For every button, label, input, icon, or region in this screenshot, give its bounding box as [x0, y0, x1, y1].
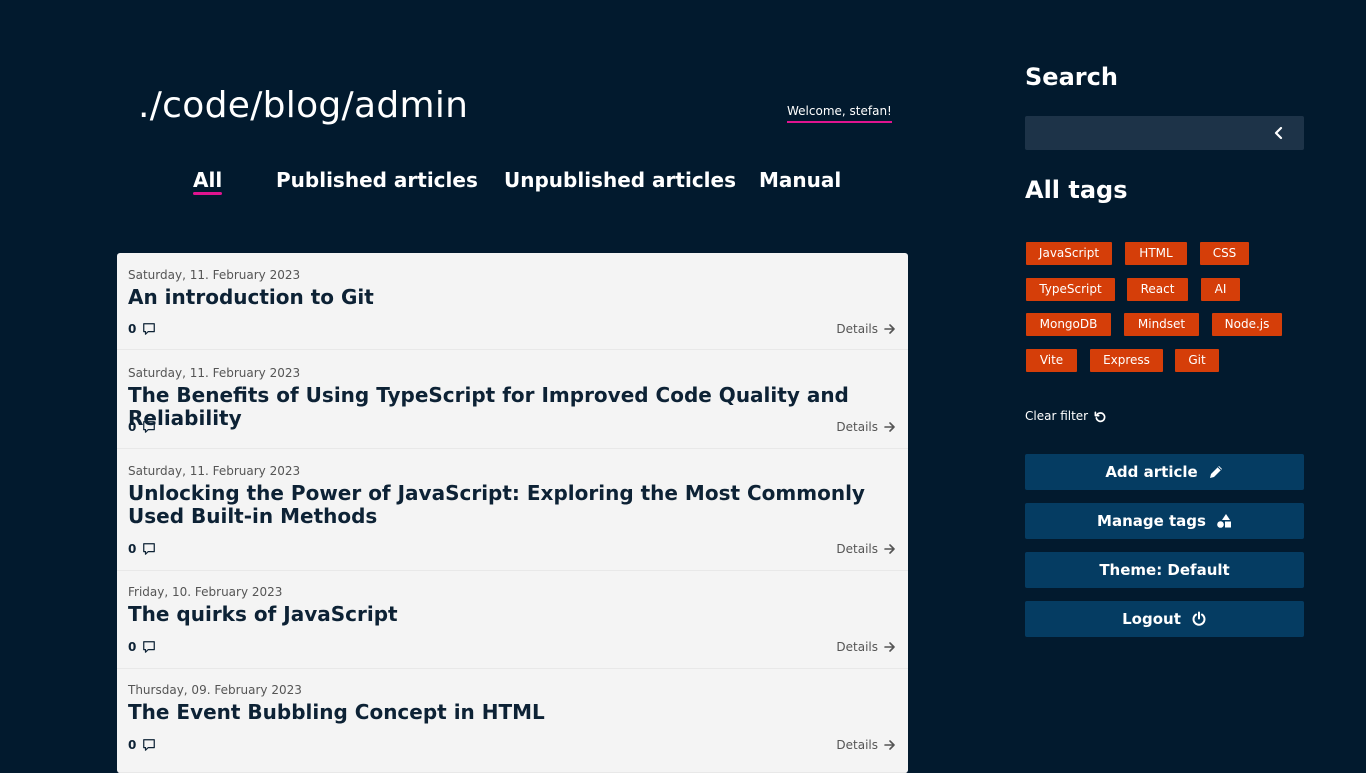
details-link[interactable]: Details: [836, 419, 896, 435]
article-card: Saturday, 11. February 2023 An introduct…: [117, 253, 908, 350]
tag-html[interactable]: HTML: [1125, 242, 1187, 265]
comment-count: 0: [128, 542, 137, 556]
search-heading: Search: [1025, 63, 1118, 91]
clear-filter-label: Clear filter: [1025, 409, 1089, 423]
article-date: Saturday, 11. February 2023: [128, 268, 301, 282]
tag-vite[interactable]: Vite: [1026, 349, 1077, 372]
comment-icon: [143, 641, 156, 653]
article-comments: 0: [128, 639, 156, 655]
site-title[interactable]: ./code/blog/admin: [138, 82, 468, 130]
arrow-right-icon: [884, 642, 895, 652]
arrow-right-icon: [884, 324, 895, 334]
details-label: Details: [836, 542, 878, 556]
details-link[interactable]: Details: [836, 639, 896, 655]
tab-all[interactable]: All: [193, 167, 223, 195]
clear-filter-button[interactable]: Clear filter: [1025, 408, 1107, 424]
details-link[interactable]: Details: [836, 541, 896, 557]
details-label: Details: [836, 322, 878, 336]
tag-mindset[interactable]: Mindset: [1124, 313, 1199, 336]
article-title[interactable]: The quirks of JavaScript: [128, 603, 888, 626]
article-card: Friday, 10. February 2023 The quirks of …: [117, 572, 908, 669]
article-date: Friday, 10. February 2023: [128, 585, 283, 599]
tab-manual[interactable]: Manual: [759, 167, 841, 193]
search-input[interactable]: [1025, 116, 1265, 150]
details-link[interactable]: Details: [836, 321, 896, 337]
manage-tags-label: Manage tags: [1097, 512, 1206, 530]
logout-label: Logout: [1122, 610, 1181, 628]
tag-express[interactable]: Express: [1090, 349, 1163, 372]
article-date: Saturday, 11. February 2023: [128, 464, 301, 478]
chevron-left-icon[interactable]: [1272, 126, 1286, 140]
tab-published-articles[interactable]: Published articles: [276, 167, 478, 193]
comment-icon: [143, 323, 156, 335]
details-label: Details: [836, 738, 878, 752]
theme-button[interactable]: Theme: Default: [1025, 552, 1304, 588]
article-title[interactable]: Unlocking the Power of JavaScript: Explo…: [128, 482, 888, 528]
article-card: Saturday, 11. February 2023 Unlocking th…: [117, 450, 908, 571]
tag-ai[interactable]: AI: [1201, 278, 1240, 301]
article-date: Saturday, 11. February 2023: [128, 366, 301, 380]
arrow-right-icon: [884, 544, 895, 554]
arrow-right-icon: [884, 740, 895, 750]
arrow-right-icon: [884, 422, 895, 432]
details-label: Details: [836, 640, 878, 654]
comment-icon: [143, 739, 156, 751]
details-link[interactable]: Details: [836, 737, 896, 753]
comment-icon: [143, 543, 156, 555]
tag-typescript[interactable]: TypeScript: [1026, 278, 1115, 301]
logout-button[interactable]: Logout: [1025, 601, 1304, 637]
shapes-icon: [1217, 514, 1231, 528]
pencil-icon: [1209, 466, 1222, 478]
tag-javascript[interactable]: JavaScript: [1026, 242, 1112, 265]
welcome-message: Welcome, stefan!: [787, 103, 892, 123]
article-title[interactable]: An introduction to Git: [128, 286, 888, 309]
add-article-label: Add article: [1105, 463, 1198, 481]
article-title[interactable]: The Event Bubbling Concept in HTML: [128, 701, 888, 724]
article-card: Thursday, 09. February 2023 The Event Bu…: [117, 670, 908, 773]
details-label: Details: [836, 420, 878, 434]
manage-tags-button[interactable]: Manage tags: [1025, 503, 1304, 539]
article-title[interactable]: The Benefits of Using TypeScript for Imp…: [128, 384, 888, 430]
tag-css[interactable]: CSS: [1200, 242, 1249, 265]
add-article-button[interactable]: Add article: [1025, 454, 1304, 490]
tag-git[interactable]: Git: [1175, 349, 1219, 372]
article-list: Saturday, 11. February 2023 An introduct…: [117, 253, 908, 773]
undo-icon: [1094, 410, 1106, 422]
article-comments: 0: [128, 541, 156, 557]
article-card: Saturday, 11. February 2023 The Benefits…: [117, 351, 908, 449]
theme-label: Theme: Default: [1099, 561, 1230, 579]
article-comments: 0: [128, 419, 156, 435]
comment-count: 0: [128, 322, 137, 336]
tag-react[interactable]: React: [1127, 278, 1188, 301]
comment-count: 0: [128, 420, 137, 434]
comment-count: 0: [128, 640, 137, 654]
tag-nodejs[interactable]: Node.js: [1212, 313, 1282, 336]
tab-unpublished-articles[interactable]: Unpublished articles: [504, 167, 736, 193]
comment-count: 0: [128, 738, 137, 752]
power-icon: [1192, 611, 1206, 626]
tags-heading: All tags: [1025, 176, 1128, 204]
article-comments: 0: [128, 321, 156, 337]
article-date: Thursday, 09. February 2023: [128, 683, 302, 697]
tag-mongodb[interactable]: MongoDB: [1026, 313, 1111, 336]
search-box: [1025, 116, 1304, 150]
comment-icon: [143, 421, 156, 433]
article-comments: 0: [128, 737, 156, 753]
